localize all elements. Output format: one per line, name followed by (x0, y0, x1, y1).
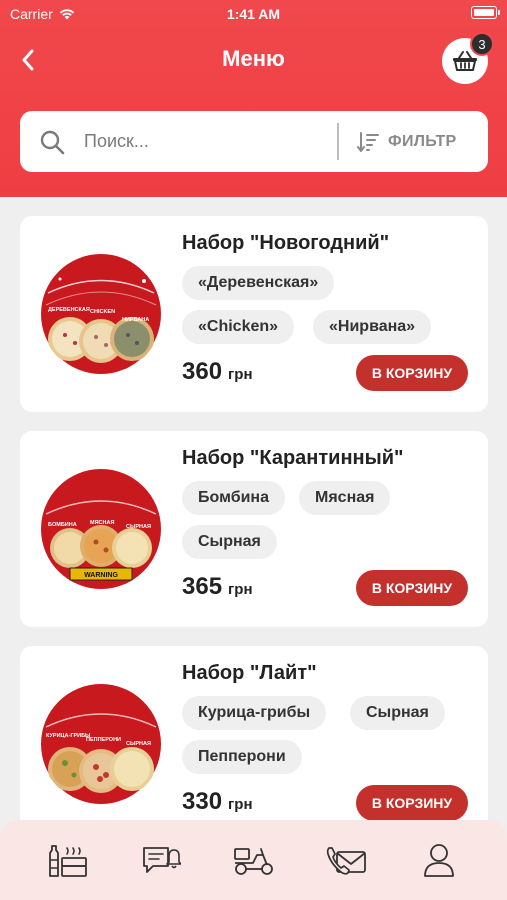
image-label: СЫРНАЯ (126, 524, 151, 530)
product-tag: «Нирвана» (313, 310, 432, 344)
battery-icon (471, 6, 500, 19)
image-label: ПЕППЕРОНИ (86, 737, 121, 743)
price-currency: грн (228, 796, 253, 813)
product-title: Набор "Лайт" (182, 662, 317, 684)
product-tag: Сырная (350, 696, 445, 730)
search-input[interactable] (84, 131, 304, 152)
profile-icon (423, 844, 454, 877)
tab-menu[interactable] (43, 835, 93, 885)
product-price: 365 грн (182, 573, 253, 601)
tab-chat[interactable] (136, 835, 186, 885)
search-divider (337, 123, 339, 160)
price-value: 365 (182, 573, 223, 600)
price-currency: грн (228, 581, 253, 598)
product-title: Набор "Карантинный" (182, 447, 404, 469)
product-tag: Бомбина (182, 481, 285, 515)
product-image: ДЕРЕВЕНСКАЯ CHICKEN НИРВАНА (40, 253, 162, 375)
product-card[interactable]: КУРИЦА-ГРИБЫ ПЕППЕРОНИ СЫРНАЯ Набор "Лай… (20, 646, 488, 842)
price-value: 360 (182, 358, 223, 385)
product-tag: Курица-грибы (182, 696, 327, 730)
product-tag: «Деревенская» (182, 266, 335, 300)
product-card[interactable]: WARNING БОМБИНА МЯСНАЯ СЫРНАЯ Набор "Кар… (20, 431, 488, 627)
status-time: 1:41 AM (226, 6, 281, 22)
cart-button[interactable]: 3 (442, 32, 494, 84)
page-title: Меню (222, 46, 285, 71)
cart-count-badge: 3 (470, 32, 494, 56)
sort-filter-icon (357, 131, 379, 152)
header: Carrier 1:41 AM Меню 3 Поиск... ФИЛЬТР (0, 0, 507, 197)
image-label: ДЕРЕВЕНСКАЯ (48, 307, 90, 313)
product-price: 330 грн (182, 788, 253, 816)
chat-notification-icon (142, 847, 181, 873)
search-bar: ФИЛЬТР (20, 111, 488, 172)
tab-delivery[interactable] (228, 835, 278, 885)
add-to-cart-button[interactable]: В КОРЗИНУ (356, 570, 468, 606)
image-label: МЯСНАЯ (90, 520, 114, 526)
status-bar: Carrier 1:41 AM (0, 0, 507, 30)
product-tag: Мясная (299, 481, 391, 515)
product-title: Набор "Новогодний" (182, 232, 390, 254)
product-card[interactable]: ДЕРЕВЕНСКАЯ CHICKEN НИРВАНА Набор "Новог… (20, 216, 488, 412)
product-tag: «Chicken» (182, 310, 295, 344)
tab-bar (0, 820, 507, 900)
search-icon (38, 128, 66, 156)
image-label: БОМБИНА (48, 522, 77, 528)
price-value: 330 (182, 788, 223, 815)
image-label: WARNING (84, 572, 118, 579)
product-tag: Пепперони (182, 740, 302, 774)
product-tag: Сырная (182, 525, 277, 559)
delivery-scooter-icon (234, 848, 274, 875)
image-label: КУРИЦА-ГРИБЫ (46, 733, 91, 739)
price-currency: грн (228, 366, 253, 383)
filter-label: ФИЛЬТР (388, 132, 457, 150)
phone-mail-icon (326, 847, 366, 875)
filter-button[interactable]: ФИЛЬТР (356, 111, 457, 172)
tab-profile[interactable] (414, 835, 464, 885)
image-label: CHICKEN (90, 309, 115, 315)
add-to-cart-button[interactable]: В КОРЗИНУ (356, 785, 468, 821)
product-image: КУРИЦА-ГРИБЫ ПЕППЕРОНИ СЫРНАЯ (40, 683, 162, 805)
add-to-cart-button[interactable]: В КОРЗИНУ (356, 355, 468, 391)
image-label: СЫРНАЯ (126, 741, 151, 747)
menu-icon (49, 845, 88, 877)
tab-contacts[interactable] (321, 835, 371, 885)
product-image: WARNING БОМБИНА МЯСНАЯ СЫРНАЯ (40, 468, 162, 590)
image-label: НИРВАНА (122, 317, 149, 323)
product-price: 360 грн (182, 358, 253, 386)
